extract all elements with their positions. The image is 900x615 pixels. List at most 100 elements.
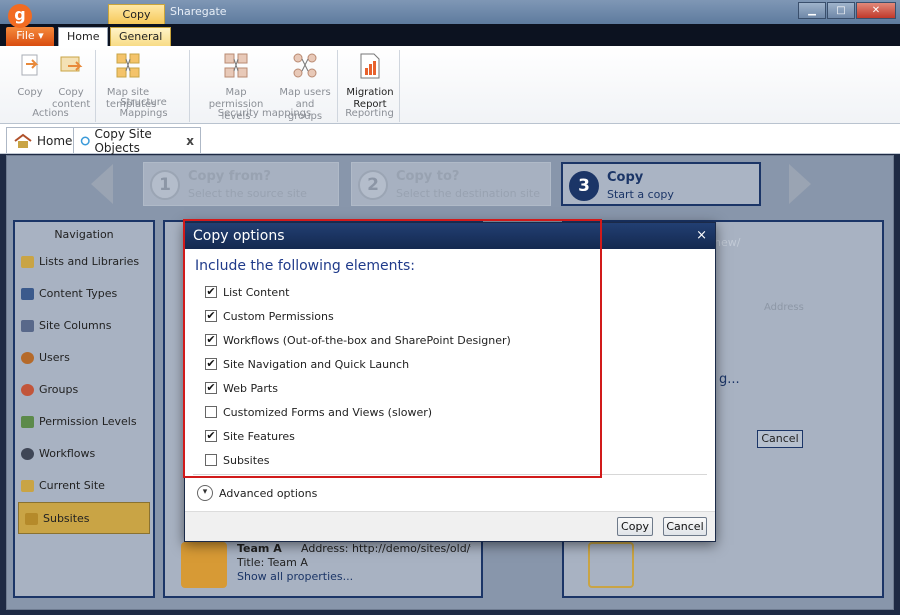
option-row[interactable]: Subsites bbox=[195, 448, 705, 472]
nav-item-workflows[interactable]: Workflows bbox=[15, 438, 153, 470]
copy-progress-icon bbox=[80, 136, 90, 145]
nav-item-lists-libraries[interactable]: Lists and Libraries bbox=[15, 246, 153, 278]
ribbon: Copy Copy content Actions Map site templ… bbox=[0, 46, 900, 124]
option-label: Custom Permissions bbox=[223, 309, 334, 323]
option-row[interactable]: ✔ Web Parts bbox=[195, 376, 705, 400]
wizard-step-copy-to[interactable]: 2 Copy to? Select the destination site bbox=[351, 162, 551, 206]
option-checkbox[interactable]: ✔ bbox=[205, 310, 217, 322]
include-heading: Include the following elements: bbox=[195, 258, 415, 274]
address-column-header: Address bbox=[764, 302, 804, 313]
destination-url: new/ bbox=[714, 236, 741, 249]
dialog-header: Copy options × bbox=[185, 223, 715, 249]
nav-item-permission-levels[interactable]: Permission Levels bbox=[15, 406, 153, 438]
doc-tab-copy-site-objects[interactable]: Copy Site Objects x bbox=[73, 127, 201, 155]
destination-avatar-icon bbox=[588, 542, 634, 588]
ribbon-group-actions: Copy Copy content Actions bbox=[6, 50, 96, 122]
tab-home[interactable]: Home bbox=[58, 27, 109, 46]
contextual-tab-copy[interactable]: Copy bbox=[108, 4, 165, 24]
group-label-security: Security mappings bbox=[217, 108, 312, 119]
tab-general[interactable]: General bbox=[110, 27, 172, 46]
option-label: Web Parts bbox=[223, 381, 278, 395]
option-label: List Content bbox=[223, 285, 290, 299]
nav-item-content-types[interactable]: Content Types bbox=[15, 278, 153, 310]
navigation-panel: Navigation Lists and Libraries Content T… bbox=[13, 220, 155, 598]
migration-report-button[interactable]: Migration Report bbox=[344, 52, 396, 111]
dialog-separator bbox=[193, 474, 707, 475]
window-controls: ▁ □ ✕ bbox=[797, 2, 896, 19]
map-users-icon bbox=[293, 53, 317, 78]
document-tab-strip: Home Copy Site Objects x bbox=[0, 124, 900, 155]
copy-content-button[interactable]: Copy content bbox=[52, 52, 90, 111]
forward-arrow-icon[interactable] bbox=[789, 164, 811, 204]
maximize-button[interactable]: □ bbox=[827, 2, 855, 19]
option-checkbox[interactable]: ✔ bbox=[205, 358, 217, 370]
option-checkbox[interactable] bbox=[205, 454, 217, 466]
option-label: Subsites bbox=[223, 453, 270, 467]
option-label: Workflows (Out-of-the-box and SharePoint… bbox=[223, 333, 511, 347]
group-icon bbox=[21, 384, 34, 396]
option-checkbox[interactable] bbox=[205, 406, 217, 418]
app-logo-icon: g bbox=[8, 4, 32, 28]
close-tab-icon[interactable]: x bbox=[186, 134, 194, 148]
nav-item-current-site[interactable]: Current Site bbox=[15, 470, 153, 502]
advanced-options-toggle[interactable]: ▾ Advanced options bbox=[197, 485, 317, 501]
copy-icon bbox=[21, 54, 39, 76]
cancel-button-dialog[interactable]: Cancel bbox=[663, 517, 707, 536]
close-window-button[interactable]: ✕ bbox=[856, 2, 896, 19]
option-checkbox[interactable]: ✔ bbox=[205, 334, 217, 346]
back-arrow-icon[interactable] bbox=[91, 164, 113, 204]
home-icon bbox=[14, 133, 32, 148]
option-label: Site Navigation and Quick Launch bbox=[223, 357, 410, 371]
dialog-body: Include the following elements: ✔ List Co… bbox=[185, 249, 715, 480]
minimize-button[interactable]: ▁ bbox=[798, 2, 826, 19]
ribbon-group-reporting: Migration Report Reporting bbox=[340, 50, 400, 122]
file-tab[interactable]: File ▾ bbox=[6, 27, 54, 46]
dialog-title: Copy options bbox=[193, 228, 285, 244]
dialog-footer: Copy Cancel bbox=[185, 511, 715, 541]
dialog-close-icon[interactable]: × bbox=[696, 223, 707, 249]
show-all-properties-link[interactable]: Show all properties... bbox=[237, 570, 353, 583]
team-card: Team A Address: http://demo/sites/old/te… bbox=[181, 542, 481, 592]
report-icon bbox=[360, 53, 380, 79]
group-label-structure: Structure Mappings bbox=[119, 97, 168, 119]
option-checkbox[interactable]: ✔ bbox=[205, 430, 217, 442]
nav-item-site-columns[interactable]: Site Columns bbox=[15, 310, 153, 342]
nav-item-subsites[interactable]: Subsites bbox=[18, 502, 150, 534]
option-row[interactable]: ✔ List Content bbox=[195, 280, 705, 304]
wizard-step-copy[interactable]: 3 Copy Start a copy bbox=[561, 162, 761, 206]
option-label: Customized Forms and Views (slower) bbox=[223, 405, 433, 419]
subsite-icon bbox=[25, 513, 38, 525]
title-bar: Copy Sharegate ▁ □ ✕ bbox=[0, 0, 900, 24]
copy-content-icon bbox=[60, 56, 83, 72]
options-list: ✔ List Content ✔ Custom Permissions ✔ Workflo… bbox=[195, 280, 705, 472]
option-row[interactable]: ✔ Site Navigation and Quick Launch bbox=[195, 352, 705, 376]
chevron-down-icon: ▾ bbox=[197, 485, 213, 501]
user-icon bbox=[21, 352, 34, 364]
team-avatar-icon bbox=[181, 542, 227, 588]
group-label-reporting: Reporting bbox=[345, 108, 394, 119]
option-checkbox[interactable]: ✔ bbox=[205, 286, 217, 298]
copy-options-dialog: Copy options × Include the following ele… bbox=[184, 222, 716, 542]
wizard-step-copy-from[interactable]: 1 Copy from? Select the source site bbox=[143, 162, 339, 206]
column-icon bbox=[21, 320, 34, 332]
option-row[interactable]: Customized Forms and Views (slower) bbox=[195, 400, 705, 424]
map-templates-icon bbox=[116, 53, 140, 78]
doc-tab-home[interactable]: Home bbox=[6, 127, 80, 153]
group-label-actions: Actions bbox=[32, 108, 69, 119]
copy-button-dialog[interactable]: Copy bbox=[617, 517, 653, 536]
copy-button[interactable]: Copy bbox=[12, 52, 48, 99]
option-checkbox[interactable]: ✔ bbox=[205, 382, 217, 394]
option-row[interactable]: ✔ Custom Permissions bbox=[195, 304, 705, 328]
progress-text: g... bbox=[719, 372, 740, 387]
content-type-icon bbox=[21, 288, 34, 300]
map-permissions-icon bbox=[224, 53, 248, 78]
nav-item-groups[interactable]: Groups bbox=[15, 374, 153, 406]
permission-icon bbox=[21, 416, 34, 428]
background-cancel-button[interactable]: Cancel bbox=[757, 430, 803, 448]
site-icon bbox=[21, 480, 34, 492]
option-row[interactable]: ✔ Workflows (Out-of-the-box and SharePoin… bbox=[195, 328, 705, 352]
option-row[interactable]: ✔ Site Features bbox=[195, 424, 705, 448]
ribbon-group-structure: Map site templates Structure Mappings bbox=[98, 50, 190, 122]
list-icon bbox=[21, 256, 34, 268]
nav-item-users[interactable]: Users bbox=[15, 342, 153, 374]
